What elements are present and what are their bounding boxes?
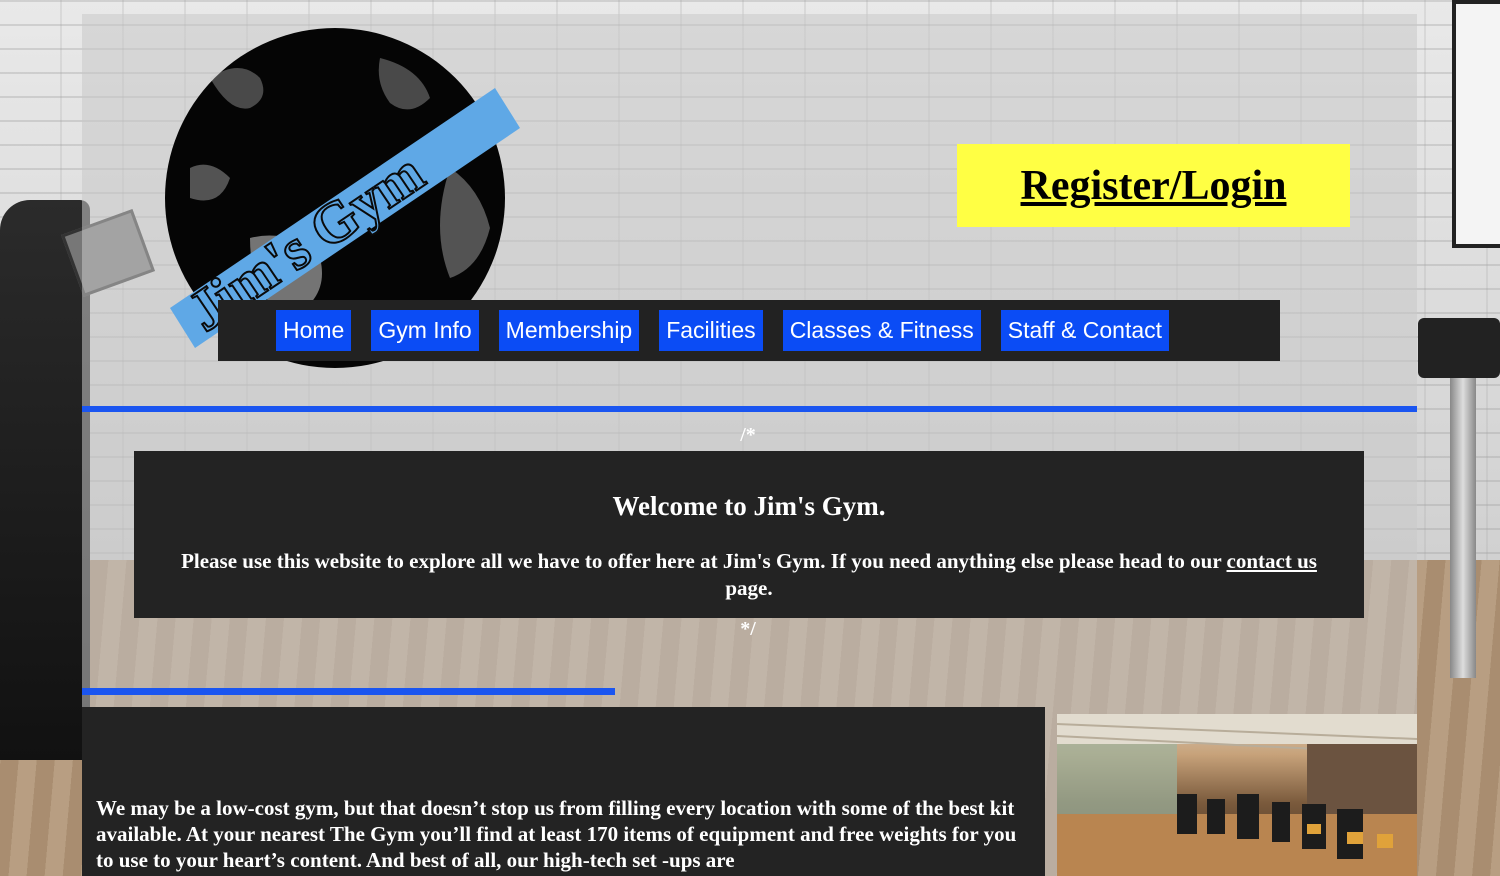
nav-item-membership[interactable]: Membership bbox=[498, 310, 640, 351]
nav-item-classes-fitness[interactable]: Classes & Fitness bbox=[782, 310, 981, 351]
background-poster bbox=[1452, 0, 1500, 248]
background-treadmill bbox=[0, 200, 90, 760]
background-kiosk-pole bbox=[1450, 378, 1476, 678]
comment-close-marker: */ bbox=[740, 618, 756, 640]
nav-item-home[interactable]: Home bbox=[276, 310, 352, 351]
nav-item-gym-info[interactable]: Gym Info bbox=[371, 310, 479, 351]
gym-interior-photo-art bbox=[1057, 714, 1417, 876]
background-kiosk bbox=[1418, 318, 1500, 378]
nav-item-facilities[interactable]: Facilities bbox=[659, 310, 763, 351]
info-box: We may be a low-cost gym, but that doesn… bbox=[82, 707, 1045, 876]
welcome-text-start: Please use this website to explore all w… bbox=[181, 549, 1227, 573]
main-nav: Home Gym Info Membership Facilities Clas… bbox=[218, 300, 1280, 361]
info-text: We may be a low-cost gym, but that doesn… bbox=[96, 796, 1017, 872]
welcome-text: Please use this website to explore all w… bbox=[134, 548, 1364, 602]
gym-interior-photo bbox=[1057, 714, 1417, 876]
welcome-text-end: page. bbox=[725, 576, 773, 600]
contact-us-link[interactable]: contact us bbox=[1227, 549, 1317, 573]
register-login-button[interactable]: Register/Login bbox=[957, 144, 1350, 227]
divider-rule bbox=[82, 406, 1417, 412]
welcome-title: Welcome to Jim's Gym. bbox=[612, 491, 886, 521]
section-rule bbox=[82, 688, 615, 695]
nav-item-staff-contact[interactable]: Staff & Contact bbox=[1000, 310, 1170, 351]
comment-open-marker: /* bbox=[740, 424, 756, 446]
welcome-box: Welcome to Jim's Gym. Please use this we… bbox=[134, 451, 1364, 618]
